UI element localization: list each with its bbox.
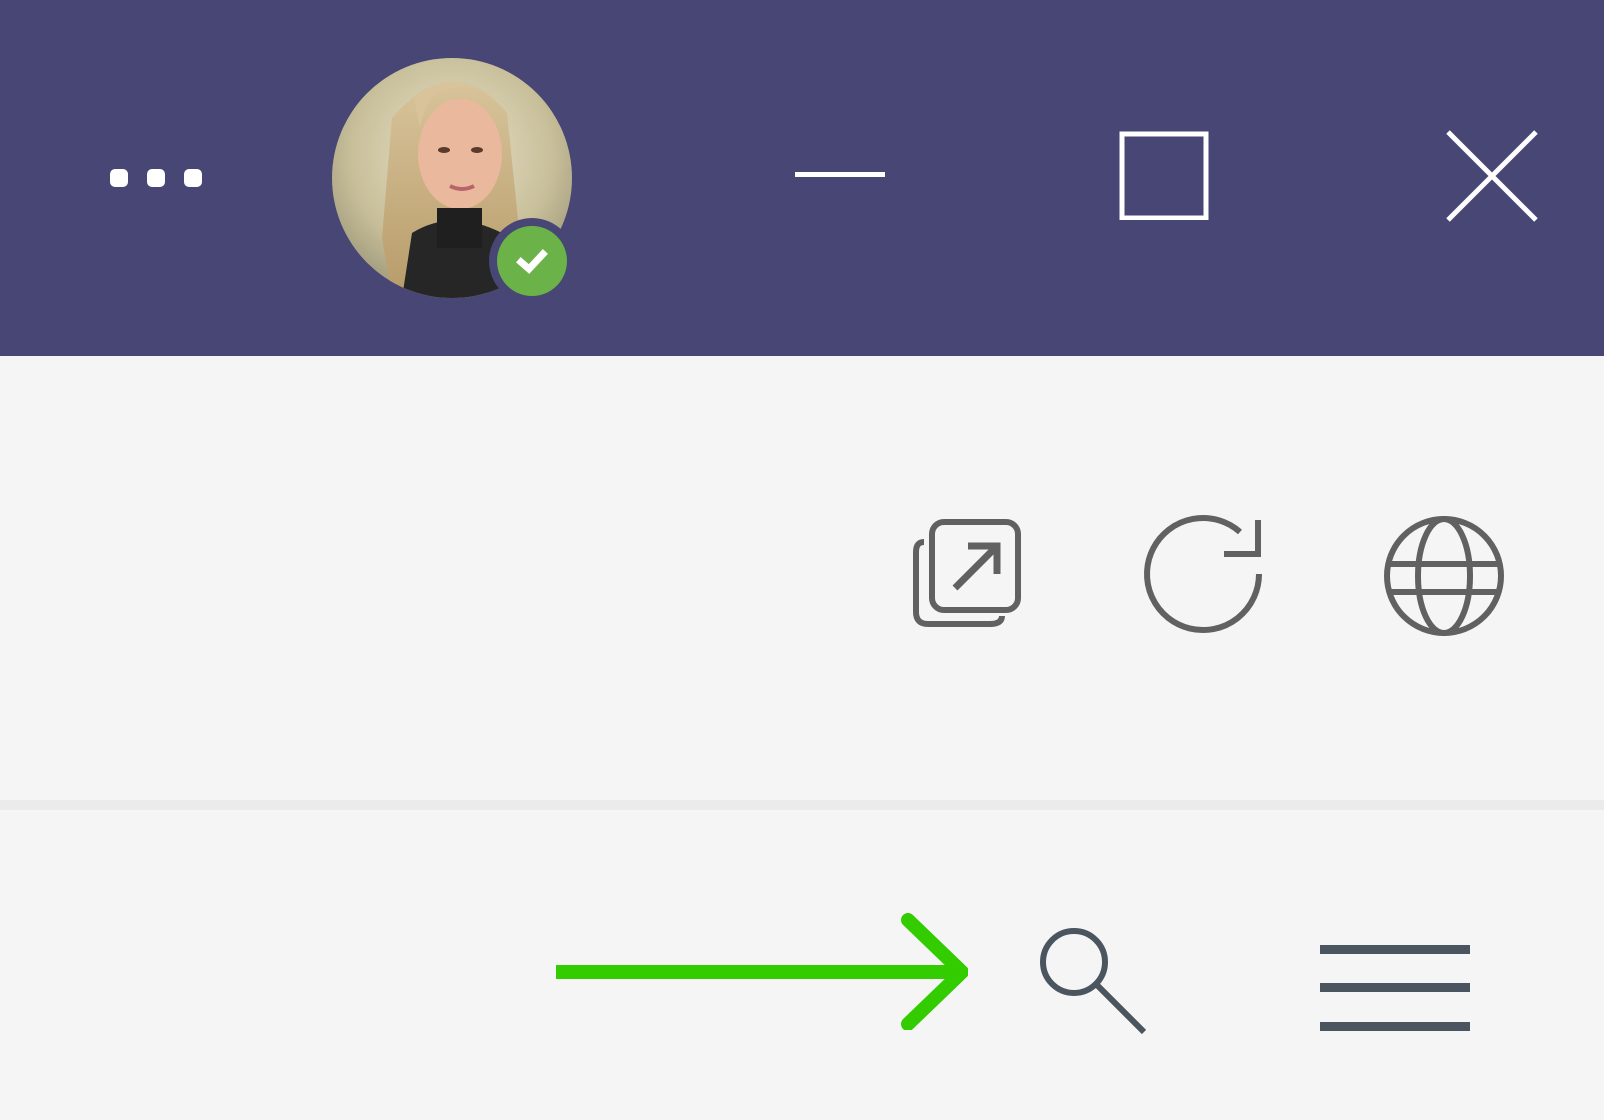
- menu-button[interactable]: [1315, 936, 1475, 1036]
- search-button[interactable]: [1032, 920, 1152, 1040]
- popout-icon: [913, 519, 1021, 627]
- checkmark-icon: [516, 249, 548, 274]
- maximize-icon: [1119, 131, 1209, 221]
- minimize-icon: [795, 172, 885, 177]
- close-button[interactable]: [1440, 128, 1550, 224]
- annotation-arrow: [548, 910, 969, 1031]
- presence-badge: [489, 218, 575, 304]
- hamburger-menu-icon: [1320, 945, 1470, 1031]
- window-edge: [1604, 0, 1609, 1120]
- close-icon: [1446, 130, 1538, 222]
- more-horizontal-icon: [110, 169, 202, 187]
- popout-button[interactable]: [910, 512, 1028, 636]
- refresh-button[interactable]: [1140, 512, 1270, 642]
- presence-available-indicator: [497, 226, 567, 296]
- globe-icon: [1384, 516, 1504, 636]
- more-options-button[interactable]: [100, 160, 212, 196]
- open-in-browser-button[interactable]: [1380, 512, 1510, 642]
- refresh-icon: [1144, 515, 1262, 634]
- maximize-button[interactable]: [1110, 130, 1220, 221]
- search-icon: [1040, 928, 1147, 1035]
- minimize-button[interactable]: [780, 130, 890, 220]
- divider: [0, 800, 1604, 810]
- profile-avatar-button[interactable]: [332, 58, 576, 304]
